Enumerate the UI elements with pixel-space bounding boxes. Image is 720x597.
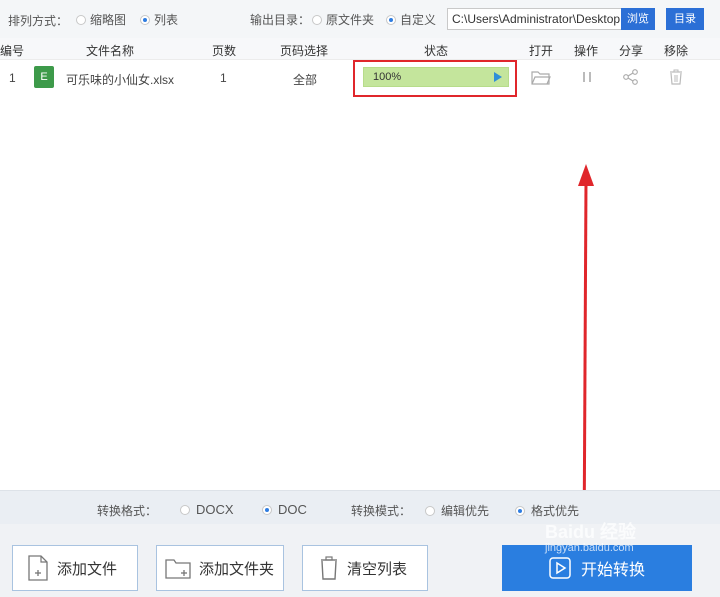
output-option-original[interactable]: 原文件夹 [312, 11, 374, 28]
toolbar: 排列方式： 缩略图 列表 输出目录： 原文件夹 自定义 C:\Users\Adm… [0, 0, 720, 38]
row-pages: 1 [220, 71, 227, 85]
sort-option-list[interactable]: 列表 [140, 11, 178, 28]
add-file-icon [28, 555, 48, 581]
add-folder-icon [165, 559, 191, 579]
row-filename: 可乐味的小仙女.xlsx [66, 73, 175, 87]
output-path-input[interactable]: C:\Users\Administrator\Desktop [447, 8, 625, 30]
table-header: 编号 文件名称 页数 页码选择 状态 打开 操作 分享 移除 [0, 38, 720, 60]
radio-icon[interactable] [76, 14, 86, 25]
format-option-doc[interactable]: DOC [262, 502, 307, 517]
progress-text: 100% [373, 71, 402, 83]
pause-icon[interactable] [577, 68, 597, 86]
trash-icon [321, 556, 337, 580]
header-filename: 文件名称 [86, 44, 135, 58]
radio-icon[interactable] [425, 505, 435, 516]
header-action: 操作 [574, 44, 599, 58]
header-page-select: 页码选择 [280, 44, 329, 58]
add-file-button[interactable]: 添加文件 [12, 545, 138, 591]
radio-checked-icon[interactable] [140, 14, 150, 25]
header-status: 状态 [424, 44, 449, 58]
play-circle-icon [549, 557, 571, 579]
mode-option-edit[interactable]: 编辑优先 [425, 502, 489, 519]
trash-icon[interactable] [666, 68, 686, 86]
radio-icon[interactable] [180, 504, 190, 515]
clear-list-button[interactable]: 清空列表 [302, 545, 428, 591]
radio-checked-icon[interactable] [515, 505, 525, 516]
header-pages: 页数 [212, 44, 237, 58]
progress-bar: 100% [363, 67, 509, 87]
mode-label: 转换模式： [351, 504, 412, 518]
add-folder-button[interactable]: 添加文件夹 [156, 545, 284, 591]
row-index: 1 [9, 71, 16, 85]
row-page-select[interactable]: 全部 [293, 71, 317, 88]
play-icon[interactable] [494, 72, 502, 82]
directory-button[interactable]: 目录 [666, 8, 704, 30]
radio-icon[interactable] [312, 14, 322, 25]
radio-checked-icon[interactable] [262, 504, 272, 515]
excel-file-icon: E [34, 66, 54, 88]
output-label: 输出目录： [250, 13, 311, 27]
sort-option-thumbnail[interactable]: 缩略图 [76, 11, 126, 28]
share-icon[interactable] [621, 68, 641, 86]
header-share: 分享 [619, 44, 644, 58]
radio-checked-icon[interactable] [386, 14, 396, 25]
format-option-docx[interactable]: DOCX [180, 502, 234, 517]
header-open: 打开 [529, 44, 554, 58]
header-remove: 移除 [664, 44, 689, 58]
mode-option-format[interactable]: 格式优先 [515, 502, 579, 519]
open-folder-icon[interactable] [531, 68, 551, 86]
format-label: 转换格式： [97, 504, 158, 518]
browse-button[interactable]: 浏览 [621, 8, 655, 30]
output-option-custom[interactable]: 自定义 [386, 11, 436, 28]
header-index: 编号 [0, 44, 25, 58]
sort-label: 排列方式： [8, 14, 69, 28]
watermark: Baidu 经验 jingyan.baidu.com [545, 522, 637, 554]
